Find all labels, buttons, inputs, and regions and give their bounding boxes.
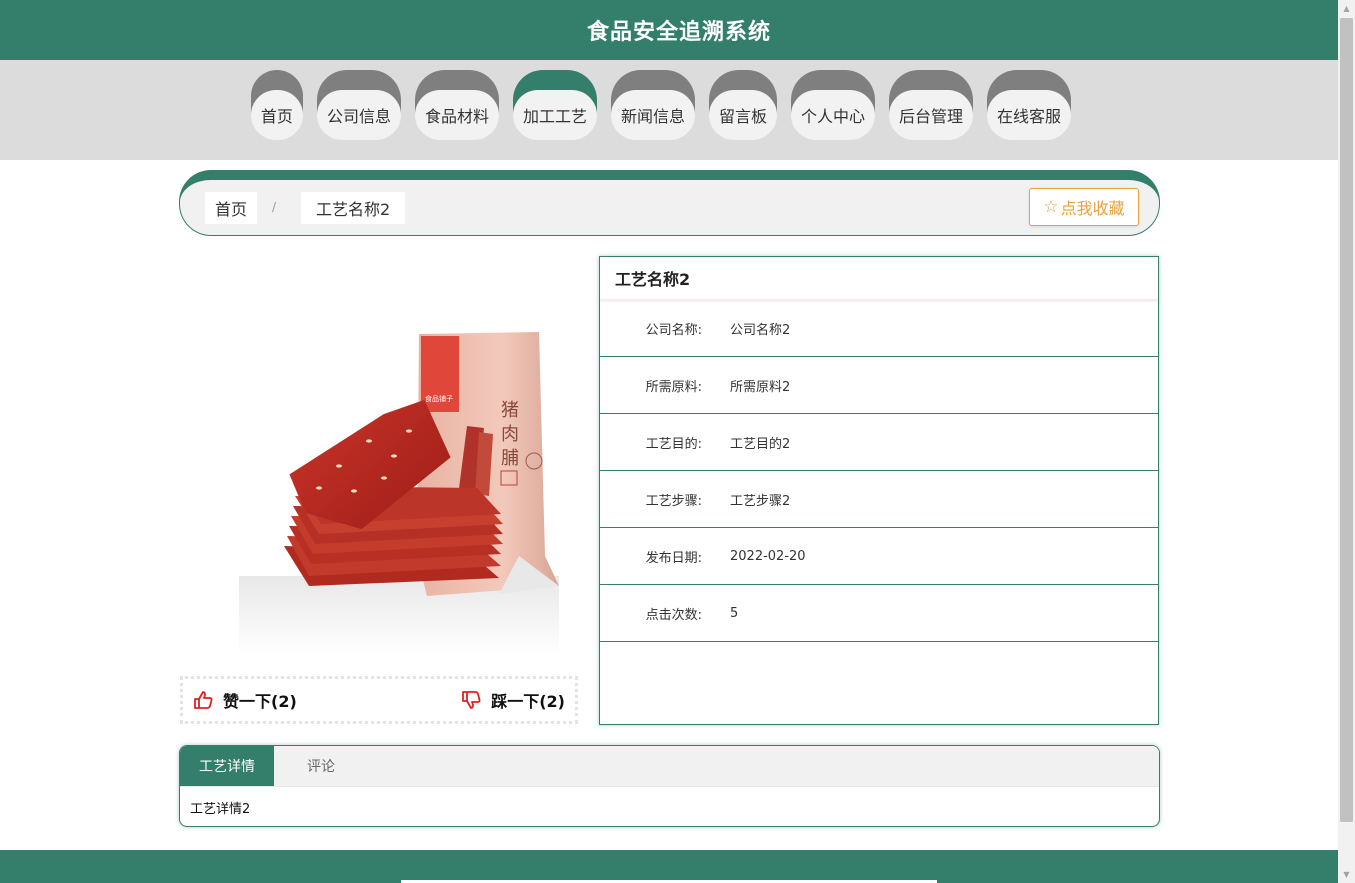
detail-row-date: 发布日期: 2022-02-20 xyxy=(600,528,1158,585)
vote-bar: 赞一下(2) 踩一下(2) xyxy=(180,676,578,724)
detail-row-company: 公司名称: 公司名称2 xyxy=(600,300,1158,357)
detail-row-clicks: 点击次数: 5 xyxy=(600,585,1158,642)
nav-item-company[interactable]: 公司信息 xyxy=(316,70,401,140)
nav-item-message-board[interactable]: 留言板 xyxy=(709,70,778,140)
favorite-label: 点我收藏 xyxy=(1060,199,1125,218)
svg-text:肉: 肉 xyxy=(501,424,519,445)
favorite-button[interactable]: ☆ 点我收藏 xyxy=(1029,188,1139,226)
tab-process-details[interactable]: 工艺详情 xyxy=(180,746,274,786)
dislike-button[interactable]: 踩一下(2) xyxy=(461,688,565,712)
nav-item-admin[interactable]: 后台管理 xyxy=(889,70,974,140)
field-label: 工艺目的: xyxy=(645,436,702,452)
field-value: 5 xyxy=(730,605,739,621)
field-value: 公司名称2 xyxy=(730,322,791,338)
scrollbar-thumb[interactable] xyxy=(1340,18,1353,822)
site-footer xyxy=(0,850,1338,883)
nav-item-home[interactable]: 首页 xyxy=(250,70,303,140)
svg-text:猪: 猪 xyxy=(501,400,519,421)
scroll-down-arrow-icon[interactable]: ▼ xyxy=(1338,866,1355,883)
nav-item-processing[interactable]: 加工工艺 xyxy=(512,70,597,140)
field-label: 工艺步骤: xyxy=(645,493,702,509)
site-title: 食品安全追溯系统 xyxy=(586,20,771,45)
product-image: 食品铺子 猪 肉 脯 xyxy=(179,256,579,656)
field-label: 公司名称: xyxy=(645,322,702,338)
tab-header: 工艺详情 评论 xyxy=(180,746,1159,787)
nav-item-news[interactable]: 新闻信息 xyxy=(610,70,695,140)
breadcrumb-bar: 首页 / 工艺名称2 ☆ 点我收藏 xyxy=(179,170,1160,236)
nav-item-food-materials[interactable]: 食品材料 xyxy=(414,70,499,140)
nav-item-customer-service[interactable]: 在线客服 xyxy=(987,70,1072,140)
breadcrumb-current: 工艺名称2 xyxy=(301,192,406,224)
detail-row-steps: 工艺步骤: 工艺步骤2 xyxy=(600,471,1158,528)
breadcrumb-separator: / xyxy=(272,200,277,214)
pork-jerky-image: 食品铺子 猪 肉 脯 xyxy=(239,332,559,656)
detail-panel: 工艺名称2 公司名称: 公司名称2 所需原料: 所需原料2 工艺目的: 工艺目的… xyxy=(599,256,1159,725)
field-label: 点击次数: xyxy=(645,607,702,623)
like-button[interactable]: 赞一下(2) xyxy=(193,688,297,712)
field-value: 工艺步骤2 xyxy=(730,493,791,509)
detail-title: 工艺名称2 xyxy=(600,257,1158,300)
field-value: 所需原料2 xyxy=(730,379,791,395)
tab-comments[interactable]: 评论 xyxy=(274,746,368,786)
svg-text:脯: 脯 xyxy=(501,448,519,469)
tabs-panel: 工艺详情 评论 工艺详情2 xyxy=(179,745,1160,827)
field-value: 工艺目的2 xyxy=(730,436,791,452)
tab-content: 工艺详情2 xyxy=(190,802,251,817)
detail-row-purpose: 工艺目的: 工艺目的2 xyxy=(600,414,1158,471)
like-label: 赞一下(2) xyxy=(223,692,297,711)
thumbs-up-icon xyxy=(194,691,213,709)
nav-list: 首页 公司信息 食品材料 加工工艺 新闻信息 留言板 个人中心 后台管理 在线客… xyxy=(0,70,1330,140)
field-label: 发布日期: xyxy=(645,550,702,566)
thumbs-down-icon xyxy=(462,691,481,709)
main-navigation: 首页 公司信息 食品材料 加工工艺 新闻信息 留言板 个人中心 后台管理 在线客… xyxy=(0,60,1338,160)
star-outline-icon: ☆ xyxy=(1043,197,1059,217)
svg-text:食品铺子: 食品铺子 xyxy=(425,394,453,403)
field-value: 2022-02-20 xyxy=(730,548,806,564)
nav-item-user-center[interactable]: 个人中心 xyxy=(791,70,876,140)
breadcrumb-home[interactable]: 首页 xyxy=(205,192,258,224)
detail-row-materials: 所需原料: 所需原料2 xyxy=(600,357,1158,414)
field-label: 所需原料: xyxy=(645,379,702,395)
site-header: 食品安全追溯系统 xyxy=(0,0,1338,60)
dislike-label: 踩一下(2) xyxy=(491,692,565,711)
scroll-up-arrow-icon[interactable]: ▲ xyxy=(1338,0,1355,17)
vertical-scrollbar[interactable]: ▲ ▼ xyxy=(1338,0,1355,883)
